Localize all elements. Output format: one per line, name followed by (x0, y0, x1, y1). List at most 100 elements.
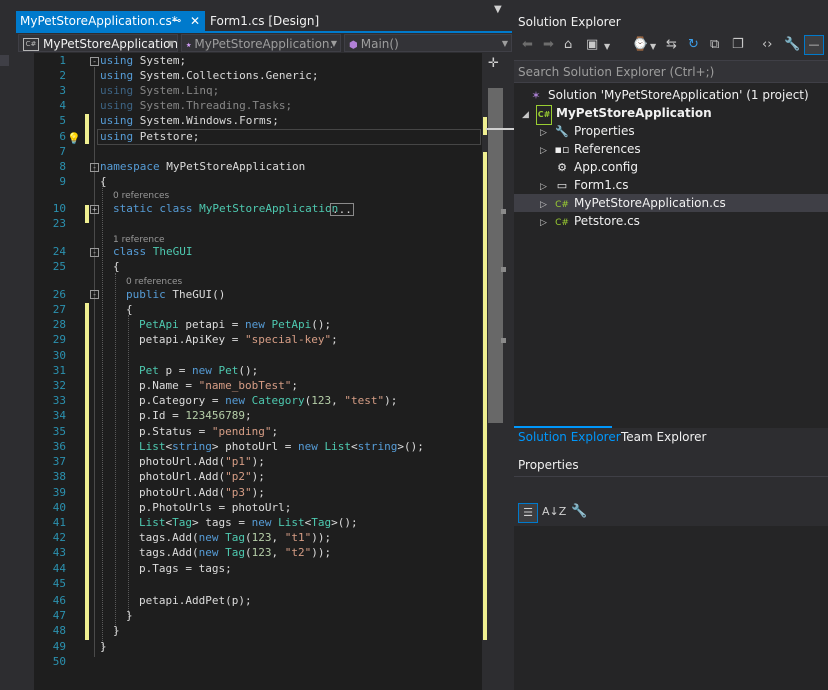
collapse-all-icon[interactable]: ⧉ (710, 37, 719, 52)
code-editor[interactable]: 💡 - - + - - 1 2 3 4 5 6 7 8 9 10 23 24 2… (34, 53, 512, 690)
lightbulb-icon[interactable]: 💡 (67, 132, 81, 145)
home-icon[interactable]: ⌂ (564, 37, 572, 52)
line-number: 45 (52, 577, 66, 590)
codelens-references[interactable]: 0 references (126, 277, 182, 287)
view-code-icon[interactable]: ‹› (762, 37, 772, 52)
code-line: p.Category = new Category(123, "test"); (139, 393, 397, 408)
tab-solution-explorer[interactable]: Solution Explorer (518, 430, 621, 444)
keyword: new (244, 318, 265, 331)
collapse-icon[interactable]: - (90, 57, 99, 66)
close-icon[interactable]: ✕ (190, 11, 200, 31)
code-text: ); (251, 470, 265, 483)
expanded-triangle-icon[interactable]: ◢ (522, 106, 536, 124)
code-text: System.Windows.Forms; (133, 114, 279, 127)
type-name: Tag (172, 516, 192, 529)
type-name: Tag (311, 516, 332, 529)
properties-object-selector[interactable] (514, 476, 828, 499)
code-text: } (126, 609, 133, 622)
scrollbar-thumb[interactable] (488, 88, 503, 423)
pin-icon[interactable]: ⊸ (172, 11, 181, 31)
tab-mypetstoreapplication-cs[interactable]: MyPetStoreApplication.cs* ⊸ ✕ (16, 11, 205, 31)
keyword: class (113, 245, 147, 258)
tab-team-explorer[interactable]: Team Explorer (621, 430, 707, 444)
tree-item-project[interactable]: ◢ C# MyPetStoreApplication (522, 104, 712, 125)
alphabetical-sort-icon[interactable]: A↓Z (542, 505, 566, 518)
keyword: using (100, 99, 134, 112)
code-text: tags.Add( (139, 531, 199, 544)
solution-explorer-search-input[interactable]: Search Solution Explorer (Ctrl+;) (514, 60, 828, 83)
preview-selected-items-icon[interactable]: — (804, 35, 824, 55)
indent-guide (128, 315, 129, 617)
scrollbar-change-marker (483, 117, 487, 135)
code-line: p.Id = 123456789; (139, 408, 252, 423)
class-dropdown[interactable]: ⭑ MyPetStoreApplication. ▼ (181, 34, 341, 52)
code-text: ; (244, 409, 252, 422)
code-text: ; (331, 333, 338, 346)
chevron-down-icon: ▼ (330, 39, 337, 48)
tree-item-petstore-cs[interactable]: ▷ C# Petstore.cs (540, 212, 640, 230)
keyword: static (113, 202, 153, 215)
back-arrow-icon[interactable]: ⬅ (522, 37, 533, 52)
title-strip (0, 0, 828, 11)
pending-changes-filter-icon[interactable]: ⌚ (632, 37, 648, 52)
project-dropdown[interactable]: C# MyPetStoreApplication ▼ (18, 34, 178, 52)
tree-item-label: App.config (574, 160, 638, 174)
code-text: > photoUrl = (211, 440, 298, 453)
collapsed-triangle-icon[interactable]: ▷ (540, 214, 554, 232)
tree-item-form1[interactable]: ▷ ▭ Form1.cs (540, 176, 629, 194)
tree-item-mypetstoreapplication-cs[interactable]: ▷ C# MyPetStoreApplication.cs (540, 194, 726, 212)
chevron-down-icon[interactable]: ▼ (604, 42, 610, 51)
code-line: using System.Collections.Generic; (100, 68, 319, 83)
keyword: new (192, 364, 212, 377)
code-text: p.Id = (139, 409, 186, 422)
properties-grid[interactable] (514, 526, 828, 690)
code-line: class TheGUI (113, 244, 193, 259)
line-number: 24 (52, 245, 66, 258)
tree-item-references[interactable]: ▷ ▪▫ References (540, 140, 641, 158)
code-line: } (126, 608, 133, 623)
left-tool-tab[interactable] (0, 55, 9, 66)
code-text: ); (384, 394, 398, 407)
properties-wrench-icon[interactable]: 🔧 (784, 37, 800, 52)
tab-overflow-dropdown-icon[interactable]: ▼ (494, 4, 504, 15)
show-all-files-icon[interactable]: ❐ (732, 37, 744, 52)
class-icon: ⭑ (186, 40, 192, 51)
code-text: MyPetStoreApplication (159, 160, 306, 173)
member-dropdown[interactable]: ⬢ Main() ▼ (344, 34, 512, 52)
tree-item-label: Properties (574, 124, 635, 138)
forward-arrow-icon[interactable]: ➡ (543, 37, 554, 52)
sync-active-document-icon[interactable]: ⇆ (666, 37, 677, 52)
tree-item-solution[interactable]: ✶ Solution 'MyPetStoreApplication' (1 pro… (528, 86, 808, 104)
code-text: photoUrl.Add( (139, 470, 226, 483)
code-line-unused: using System.Threading.Tasks; (100, 98, 292, 113)
code-text: p.Category = (139, 394, 226, 407)
code-line: petapi.ApiKey = "special-key"; (139, 332, 338, 347)
type-name: Pet (218, 364, 239, 377)
expand-icon[interactable]: + (90, 205, 99, 214)
code-text: System.Threading.Tasks; (133, 99, 293, 112)
string-literal: "p3" (225, 486, 252, 499)
switch-views-icon[interactable]: ▣ (586, 37, 598, 52)
collapse-icon[interactable]: - (90, 290, 99, 299)
tree-item-app-config[interactable]: ⚙ App.config (554, 158, 638, 176)
number-literal: 123 (251, 546, 272, 559)
categorized-icon[interactable]: ☰ (518, 503, 538, 523)
wrench-icon: 🔧 (555, 125, 569, 138)
line-number: 30 (52, 349, 66, 362)
line-number: 43 (52, 546, 66, 559)
tree-item-properties[interactable]: ▷ 🔧 Properties (540, 122, 635, 140)
split-window-icon[interactable]: ✛ (488, 56, 499, 71)
property-pages-wrench-icon[interactable]: 🔧 (571, 504, 587, 519)
codelens-references[interactable]: 0 references (113, 191, 169, 201)
line-number: 1 (59, 54, 66, 67)
collapsed-triangle-icon[interactable]: ▷ (540, 142, 554, 160)
collapse-icon[interactable]: - (90, 248, 99, 257)
tab-form1-design[interactable]: Form1.cs [Design] (210, 11, 319, 31)
keyword: using (100, 130, 134, 143)
code-text: p.Name = (139, 379, 199, 392)
code-text: petapi = (178, 318, 245, 331)
collapse-icon[interactable]: - (90, 163, 99, 172)
refresh-icon[interactable]: ↻ (688, 37, 699, 52)
chevron-down-icon[interactable]: ▼ (650, 42, 656, 51)
collapsed-region-box[interactable]: ... (330, 203, 354, 216)
